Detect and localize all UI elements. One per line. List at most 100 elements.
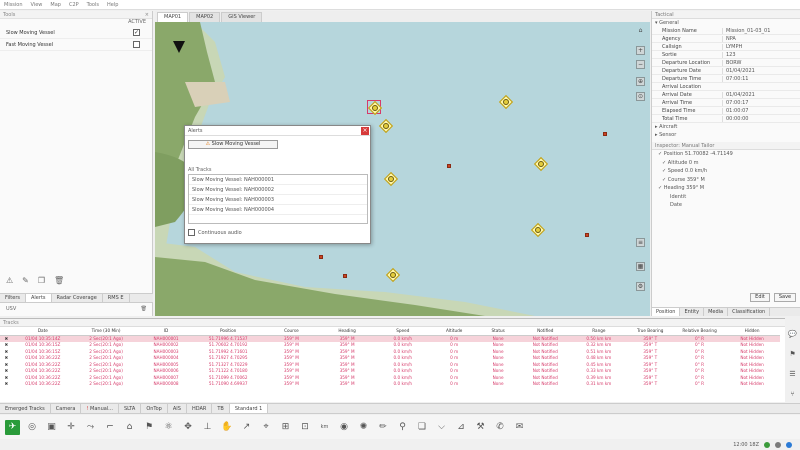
continuous-audio-checkbox[interactable] bbox=[188, 229, 195, 236]
track-marker[interactable] bbox=[530, 222, 546, 238]
chart-icon[interactable]: ⊿ bbox=[454, 420, 469, 435]
save-button[interactable]: Save bbox=[774, 293, 796, 302]
delete-icon[interactable]: 🗑 bbox=[54, 276, 64, 285]
copy-icon[interactable]: ❐ bbox=[38, 276, 45, 285]
tab-filters[interactable]: Filters bbox=[0, 294, 26, 302]
column-header[interactable]: Relative Bearing bbox=[674, 327, 725, 336]
filter-row[interactable]: Fast Moving Vessel bbox=[0, 39, 152, 51]
tool-icon[interactable]: ⚒ bbox=[473, 420, 488, 435]
list-item[interactable]: Slow Moving Vessel: NAH000002 bbox=[189, 185, 367, 195]
slow-moving-vessel-button[interactable]: ⚠ Slow Moving Vessel bbox=[188, 140, 278, 149]
column-header[interactable]: Heading bbox=[319, 327, 375, 336]
column-header[interactable]: Course bbox=[263, 327, 320, 336]
inspector-row[interactable]: Identit bbox=[658, 193, 800, 202]
pan-icon[interactable]: ✺ bbox=[356, 420, 371, 435]
layers-button[interactable]: ≡ bbox=[636, 238, 645, 247]
menu-tools[interactable]: Tools bbox=[87, 2, 99, 8]
ruler-icon[interactable]: ⌖ bbox=[259, 420, 274, 435]
menu-help[interactable]: Help bbox=[107, 2, 118, 8]
property-value[interactable]: 123 bbox=[722, 51, 800, 58]
arrow-icon[interactable]: ↗ bbox=[239, 420, 254, 435]
tab-emerged-tracks[interactable]: Emerged Tracks bbox=[0, 404, 51, 413]
tab-classification[interactable]: Classification bbox=[728, 308, 771, 316]
column-header[interactable]: Notified bbox=[518, 327, 573, 336]
list-item[interactable]: Slow Moving Vessel: NAH000003 bbox=[189, 195, 367, 205]
tab-radar-coverage[interactable]: Radar Coverage bbox=[52, 294, 103, 302]
km-label[interactable]: km bbox=[317, 420, 332, 435]
screen-icon[interactable]: ▣ bbox=[44, 420, 59, 435]
table-row[interactable]: ✖ 01/04 10:36:22Z 2 Sec(20:1 Ago) NAH000008… bbox=[0, 381, 780, 388]
inspector-row[interactable]: ✓ Course 359° M bbox=[658, 176, 800, 185]
pointer-icon[interactable]: ✈ bbox=[5, 419, 20, 435]
column-header[interactable]: Position bbox=[192, 327, 264, 336]
track-marker-selected[interactable] bbox=[367, 100, 383, 116]
filter-icon[interactable]: ⌵ bbox=[434, 420, 449, 435]
add-icon[interactable]: ⚠ bbox=[6, 276, 13, 285]
radar-contact-marker[interactable] bbox=[319, 255, 323, 259]
track-marker[interactable] bbox=[498, 94, 514, 110]
pin-icon[interactable]: ⊥ bbox=[200, 420, 215, 435]
hand-icon[interactable]: ✋ bbox=[220, 420, 235, 435]
tab-hdar[interactable]: HDAR bbox=[187, 404, 213, 413]
column-header[interactable]: Time (30 Min) bbox=[72, 327, 140, 336]
target-icon[interactable]: ◎ bbox=[25, 420, 40, 435]
property-value[interactable]: NPA bbox=[722, 35, 800, 42]
corner-icon[interactable]: ⌐ bbox=[103, 420, 118, 435]
center-button[interactable]: ⊕ bbox=[636, 77, 645, 86]
tab-tb[interactable]: TB bbox=[212, 404, 230, 413]
list-item[interactable]: Slow Moving Vessel: NAH000004 bbox=[189, 205, 367, 215]
draw-icon[interactable]: ✏ bbox=[376, 420, 391, 435]
edit-button[interactable]: Edit bbox=[750, 293, 770, 302]
tab-manual[interactable]: ! Manual... bbox=[81, 404, 119, 413]
column-header[interactable]: Altitude bbox=[430, 327, 478, 336]
track-marker[interactable] bbox=[383, 171, 399, 187]
tab-entity[interactable]: Entity bbox=[680, 308, 705, 316]
property-value[interactable]: Mission_01-03_01 bbox=[722, 27, 800, 34]
settings-button[interactable]: ⚙ bbox=[636, 282, 645, 291]
track-marker[interactable] bbox=[533, 156, 549, 172]
trash-icon[interactable]: 🗑 bbox=[141, 306, 147, 312]
radar-contact-marker[interactable] bbox=[585, 233, 589, 237]
property-value[interactable]: 01/04/2021 bbox=[722, 67, 800, 74]
ring-icon[interactable]: ◉ bbox=[337, 420, 352, 435]
zoom-out-button[interactable]: − bbox=[636, 60, 645, 69]
grid-icon[interactable]: ⊞ bbox=[278, 420, 293, 435]
menu-mission[interactable]: Mission bbox=[4, 2, 23, 8]
inspector-row[interactable]: Date bbox=[658, 201, 800, 210]
continuous-audio-option[interactable]: Continuous audio bbox=[188, 229, 242, 236]
compass-icon[interactable]: ⌂ bbox=[636, 27, 645, 36]
section-aircraft[interactable]: ▸ Aircraft bbox=[652, 123, 800, 131]
satellite-icon[interactable]: ⚛ bbox=[161, 420, 176, 435]
tab-camera[interactable]: Camera bbox=[51, 404, 82, 413]
alert-list[interactable]: Slow Moving Vessel: NAH000001 Slow Movin… bbox=[188, 174, 368, 224]
status-gear-icon[interactable] bbox=[775, 441, 781, 448]
close-icon[interactable]: × bbox=[361, 126, 369, 135]
menu-view[interactable]: View bbox=[31, 2, 43, 8]
radar-contact-marker[interactable] bbox=[343, 274, 347, 278]
radar-contact-marker[interactable] bbox=[603, 132, 607, 136]
column-header[interactable]: Date bbox=[12, 327, 73, 336]
flag-icon[interactable]: ⚑ bbox=[142, 420, 157, 435]
tab-position[interactable]: Position bbox=[652, 308, 681, 316]
inspector-row[interactable]: ✓ Speed 0.0 km/h bbox=[658, 167, 800, 176]
status-help-icon[interactable] bbox=[786, 441, 792, 448]
tab-alerts[interactable]: Alerts bbox=[26, 294, 52, 302]
message-icon[interactable]: ✉ bbox=[512, 420, 527, 435]
filter-checkbox[interactable]: ✓ bbox=[133, 29, 140, 36]
comment-icon[interactable]: 💬 bbox=[788, 330, 797, 338]
property-value[interactable]: 07:00:11 bbox=[722, 75, 800, 82]
property-value[interactable]: 07:00:17 bbox=[722, 99, 800, 106]
menu-map[interactable]: Map bbox=[50, 2, 61, 8]
book-icon[interactable]: ❏ bbox=[415, 420, 430, 435]
track-marker[interactable] bbox=[385, 267, 401, 283]
menu-c2p[interactable]: C2P bbox=[69, 2, 79, 8]
branch-icon[interactable]: ⑂ bbox=[790, 390, 794, 398]
property-value[interactable]: 01/04/2021 bbox=[722, 91, 800, 98]
edit-icon[interactable]: ✎ bbox=[22, 276, 29, 285]
column-header[interactable]: Hidden bbox=[724, 327, 780, 336]
route-icon[interactable]: ⤳ bbox=[83, 420, 98, 435]
compass-icon[interactable]: ✥ bbox=[181, 420, 196, 435]
section-sensor[interactable]: ▸ Sensor bbox=[652, 131, 800, 139]
filter-checkbox[interactable] bbox=[133, 41, 140, 48]
property-value[interactable]: LYMPH bbox=[722, 43, 800, 50]
